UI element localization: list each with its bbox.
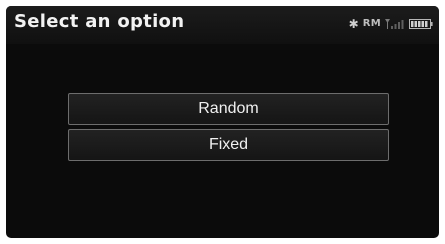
signal-strength-icon xyxy=(385,18,405,30)
random-option-button[interactable]: Random xyxy=(68,93,389,125)
header-bar: Select an option ✱ RM xyxy=(6,6,439,44)
page-title: Select an option xyxy=(14,11,185,32)
display-screen: Select an option ✱ RM Random Fixed xyxy=(6,6,439,238)
status-area: ✱ RM xyxy=(349,17,433,31)
bluetooth-icon: ✱ xyxy=(348,17,359,31)
fixed-option-button[interactable]: Fixed xyxy=(68,129,389,161)
rm-label: RM xyxy=(362,18,381,29)
battery-icon xyxy=(409,18,433,30)
option-list: Random Fixed xyxy=(68,93,389,161)
